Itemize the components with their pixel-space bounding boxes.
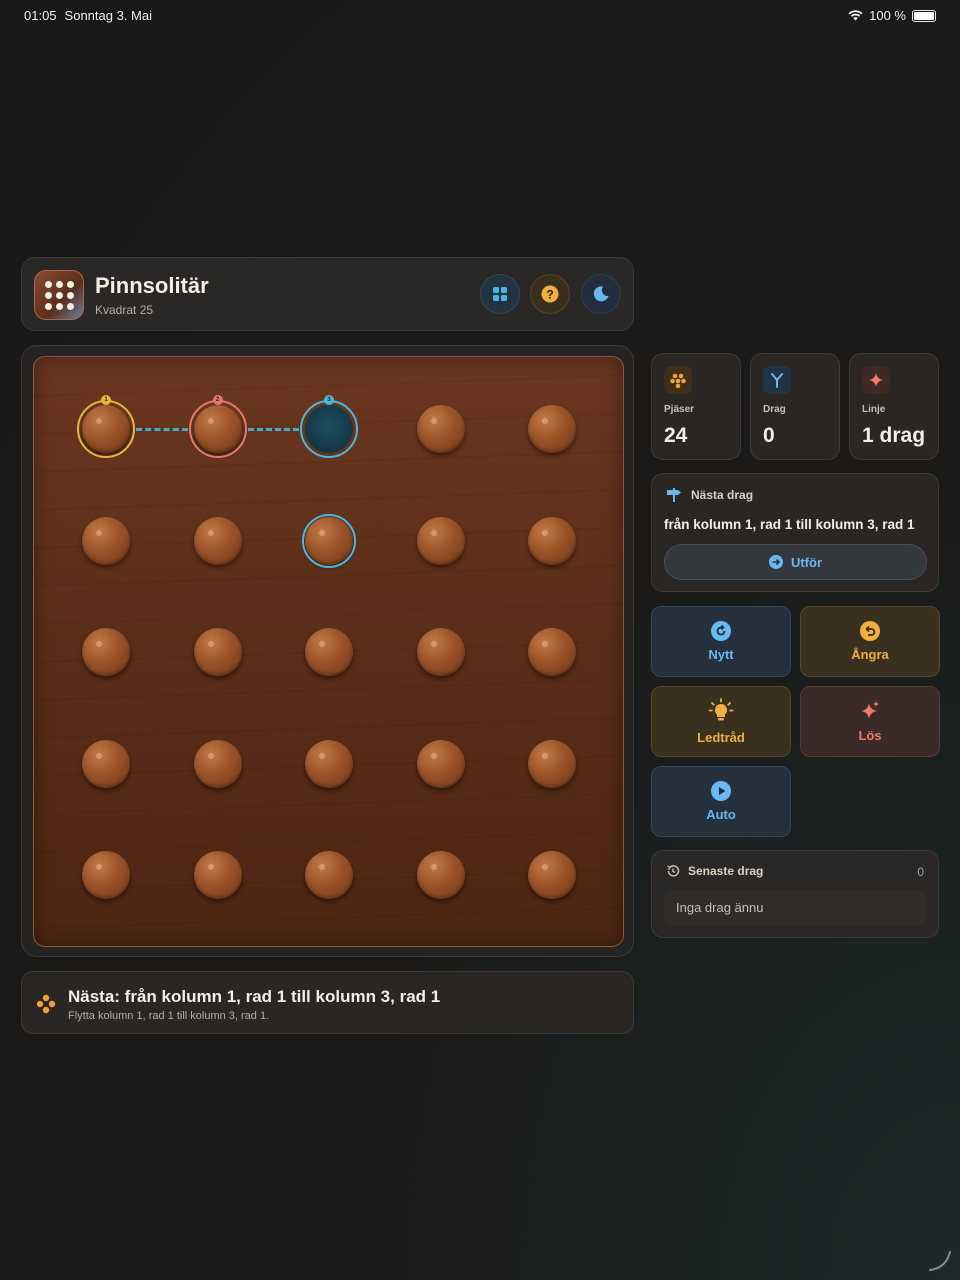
- recent-moves-card: Senaste drag 0 Inga drag ännu: [651, 850, 939, 938]
- peg[interactable]: [528, 516, 576, 565]
- battery-icon: [912, 9, 936, 22]
- new-game-label: Nytt: [708, 647, 734, 662]
- app-title: Pinnsolitär: [95, 273, 209, 298]
- app-grid-icon: [34, 270, 84, 320]
- recent-empty-text: Inga drag ännu: [664, 891, 927, 925]
- auto-button[interactable]: Auto: [651, 766, 791, 837]
- peg[interactable]: [528, 628, 576, 676]
- target-highlight-ring: [302, 513, 356, 568]
- resize-handle-icon: [929, 1251, 951, 1271]
- path-highlight-ring: [188, 400, 247, 458]
- path-connector: [247, 428, 299, 431]
- peg[interactable]: [305, 851, 353, 899]
- peg[interactable]: [416, 628, 465, 676]
- solve-label: Lös: [858, 728, 882, 743]
- status-date: Sonntag 3. Mai: [64, 8, 152, 23]
- step-badge: 2: [212, 395, 223, 405]
- pieces-icon: [664, 366, 692, 394]
- play-icon: [711, 781, 731, 801]
- next-move-text: från kolumn 1, rad 1 till kolumn 3, rad …: [664, 517, 915, 532]
- battery-percent: 100 %: [869, 8, 906, 23]
- path-highlight-ring: [77, 400, 135, 458]
- stat-pieces-label: Pjäser: [664, 404, 695, 415]
- game-board: 1 2 3: [33, 356, 624, 947]
- hint-title: Nästa: från kolumn 1, rad 1 till kolumn …: [68, 987, 441, 1006]
- peg[interactable]: [193, 628, 242, 676]
- grid-icon: [493, 287, 507, 301]
- arrow-right-circle-icon: [768, 555, 783, 569]
- peg[interactable]: [416, 851, 465, 899]
- next-move-card: Nästa drag från kolumn 1, rad 1 till kol…: [651, 473, 939, 592]
- theme-toggle-button[interactable]: [581, 274, 621, 314]
- stat-line: Linje 1 drag: [849, 353, 939, 460]
- undo-button[interactable]: Ångra: [800, 606, 940, 677]
- next-move-heading: Nästa drag: [691, 488, 754, 502]
- stat-pieces-value: 24: [664, 424, 688, 447]
- peg[interactable]: [305, 739, 353, 788]
- signpost-icon: [667, 488, 681, 502]
- peg[interactable]: [193, 851, 242, 899]
- moon-icon: [593, 286, 609, 302]
- question-icon: ?: [541, 285, 559, 303]
- peg[interactable]: [82, 516, 130, 565]
- recent-count: 0: [917, 865, 924, 879]
- stat-line-label: Linje: [862, 404, 886, 415]
- lightbulb-icon: [708, 698, 734, 721]
- peg[interactable]: [305, 628, 353, 676]
- hint-label: Ledtråd: [697, 730, 745, 745]
- pegs-icon: [36, 994, 56, 1014]
- peg[interactable]: [528, 739, 576, 788]
- peg[interactable]: [193, 739, 242, 788]
- hint-bar: Nästa: från kolumn 1, rad 1 till kolumn …: [21, 971, 634, 1034]
- stat-line-value: 1 drag: [862, 424, 926, 447]
- stat-pieces: Pjäser 24: [651, 353, 741, 460]
- sparkles-icon: [861, 701, 879, 719]
- stat-moves-value: 0: [763, 424, 775, 447]
- hint-subtitle: Flytta kolumn 1, rad 1 till kolumn 3, ra…: [68, 1010, 270, 1022]
- svg-text:?: ?: [546, 288, 553, 302]
- undo-icon: [860, 621, 880, 641]
- peg[interactable]: [528, 405, 576, 453]
- peg[interactable]: [82, 851, 130, 899]
- hint-button[interactable]: Ledtråd: [651, 686, 791, 757]
- execute-button[interactable]: Utför: [664, 544, 927, 580]
- help-button[interactable]: ?: [530, 274, 570, 314]
- peg[interactable]: [193, 516, 242, 565]
- solve-button[interactable]: Lös: [800, 686, 940, 757]
- sparkle-icon: [862, 366, 890, 394]
- app-subtitle: Kvadrat 25: [95, 303, 154, 317]
- path-highlight-ring: [300, 400, 358, 458]
- peg[interactable]: [82, 739, 130, 788]
- stat-moves: Drag 0: [750, 353, 840, 460]
- peg[interactable]: [528, 851, 576, 899]
- recent-heading: Senaste drag: [688, 864, 764, 878]
- undo-label: Ångra: [851, 647, 889, 662]
- status-time: 01:05: [24, 8, 57, 23]
- wifi-icon: [848, 10, 863, 21]
- peg[interactable]: [416, 739, 465, 788]
- restart-icon: [711, 621, 731, 641]
- path-connector: [136, 428, 188, 431]
- peg[interactable]: [416, 516, 465, 565]
- stat-moves-label: Drag: [763, 404, 786, 415]
- status-bar: 01:05 Sonntag 3. Mai 100 %: [0, 0, 960, 30]
- board-frame: 1 2 3: [21, 345, 634, 957]
- auto-label: Auto: [706, 807, 736, 822]
- history-icon: [667, 865, 680, 877]
- board-select-button[interactable]: [480, 274, 520, 314]
- execute-label: Utför: [790, 554, 823, 570]
- peg[interactable]: [82, 628, 130, 676]
- header-card: Pinnsolitär Kvadrat 25 ?: [21, 257, 634, 331]
- step-badge: 3: [324, 395, 334, 405]
- branch-icon: [763, 366, 791, 394]
- step-badge: 1: [101, 395, 111, 405]
- peg[interactable]: [416, 405, 465, 453]
- new-game-button[interactable]: Nytt: [651, 606, 791, 677]
